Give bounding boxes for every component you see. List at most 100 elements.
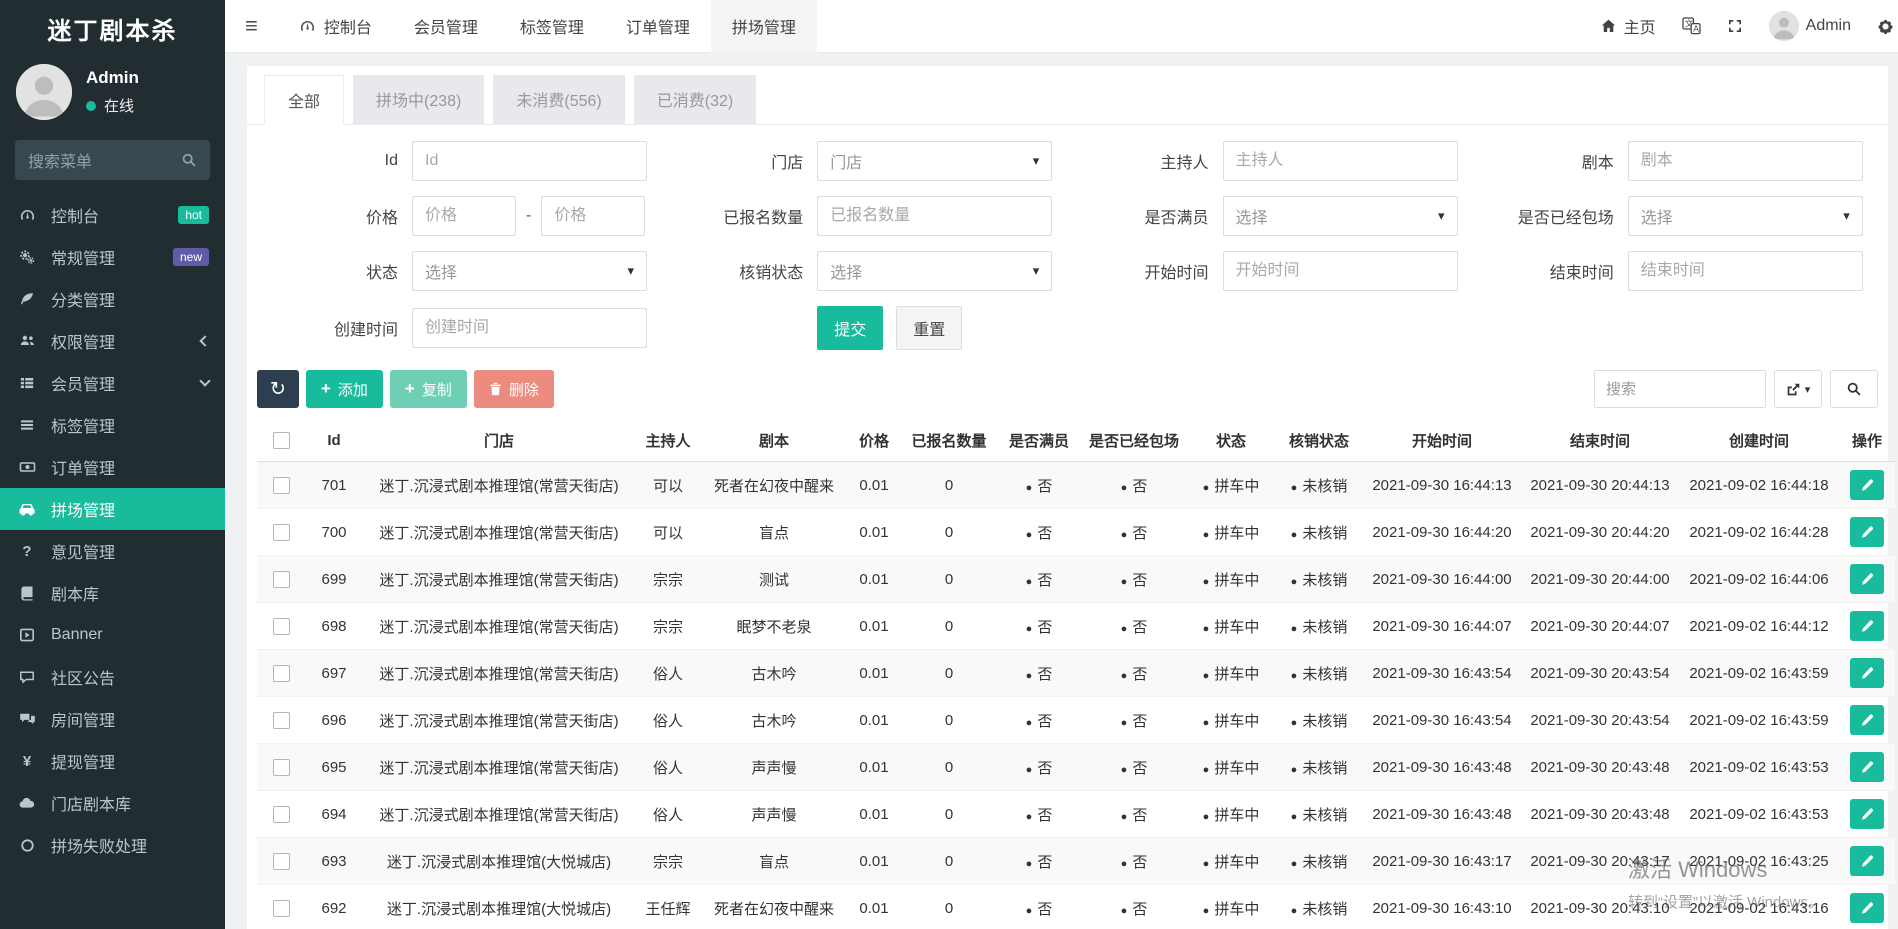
table-row: 700 迷丁.沉浸式剧本推理馆(常营天街店) 可以 盲点 0.01 0 ●否 ●…: [257, 509, 1895, 556]
avatar: [1769, 11, 1799, 41]
filter-input[interactable]: [412, 308, 647, 348]
sidebar-item[interactable]: 标签管理: [0, 404, 225, 446]
edit-button[interactable]: [1850, 611, 1884, 641]
sidebar-item[interactable]: 订单管理: [0, 446, 225, 488]
edit-button[interactable]: [1850, 517, 1884, 547]
row-checkbox[interactable]: [273, 477, 290, 494]
row-checkbox[interactable]: [273, 618, 290, 635]
row-checkbox[interactable]: [273, 900, 290, 917]
cell-chartered: ●否: [1081, 838, 1187, 885]
user-menu[interactable]: Admin: [1756, 0, 1864, 53]
edit-button[interactable]: [1850, 799, 1884, 829]
filter-field: 是否满员 选择 ▾: [1068, 196, 1473, 236]
sidebar-item[interactable]: 拼场失败处理: [0, 824, 225, 866]
sidebar-item[interactable]: 会员管理: [0, 362, 225, 404]
cell-host: 可以: [635, 509, 701, 556]
status-dot-icon: ●: [1121, 764, 1128, 776]
edit-button[interactable]: [1850, 705, 1884, 735]
cell-verify: ●未核销: [1275, 744, 1363, 791]
edit-button[interactable]: [1850, 752, 1884, 782]
row-checkbox[interactable]: [273, 712, 290, 729]
row-checkbox[interactable]: [273, 571, 290, 588]
cell-status: ●拼车中: [1187, 603, 1275, 650]
filter-input[interactable]: [817, 196, 1052, 236]
cell-start-time: 2021-09-30 16:43:54: [1363, 697, 1521, 744]
sidebar-item[interactable]: 控制台 hot: [0, 194, 225, 236]
row-checkbox[interactable]: [273, 853, 290, 870]
cell-host: 宗宗: [635, 603, 701, 650]
topnav-item[interactable]: 控制台: [278, 0, 393, 53]
cell-status: ●拼车中: [1187, 462, 1275, 509]
sidebar-search-input[interactable]: 搜索菜单: [15, 140, 210, 180]
edit-button[interactable]: [1850, 564, 1884, 594]
filter-label: 结束时间: [1473, 259, 1628, 283]
sidebar-item[interactable]: 社区公告: [0, 656, 225, 698]
filter-select[interactable]: 选择 ▾: [1628, 196, 1863, 236]
caret-down-icon: ▾: [1805, 383, 1811, 396]
filter-input[interactable]: [412, 141, 647, 181]
caret-down-icon: ▾: [627, 263, 634, 279]
sidebar-item[interactable]: 拼场管理: [0, 488, 225, 530]
topnav-item[interactable]: 会员管理: [393, 0, 499, 53]
edit-button[interactable]: [1850, 893, 1884, 923]
range-max-input[interactable]: [541, 196, 645, 236]
filter-input[interactable]: [1628, 251, 1863, 291]
row-checkbox[interactable]: [273, 759, 290, 776]
add-button[interactable]: + 添加: [306, 370, 383, 408]
select-value: 门店: [830, 149, 862, 173]
tab[interactable]: 已消费(32): [634, 75, 756, 124]
sidebar-item[interactable]: 门店剧本库: [0, 782, 225, 824]
topnav-item[interactable]: 拼场管理: [711, 0, 817, 53]
cell-start-time: 2021-09-30 16:44:13: [1363, 462, 1521, 509]
topnav-item[interactable]: 标签管理: [499, 0, 605, 53]
row-checkbox[interactable]: [273, 524, 290, 541]
filter-input[interactable]: [1223, 251, 1458, 291]
row-checkbox[interactable]: [273, 806, 290, 823]
sidebar-item[interactable]: 分类管理: [0, 278, 225, 320]
settings-button[interactable]: [1864, 0, 1898, 53]
filter-select[interactable]: 选择 ▾: [412, 251, 647, 291]
filter-input[interactable]: [1223, 141, 1458, 181]
tab[interactable]: 未消费(556): [493, 75, 624, 124]
gauge-icon: [16, 207, 38, 224]
tab[interactable]: 拼场中(238): [353, 75, 484, 124]
fullscreen-button[interactable]: [1714, 0, 1756, 53]
topnav-item-label: 会员管理: [414, 14, 478, 38]
cell-start-time: 2021-09-30 16:43:48: [1363, 744, 1521, 791]
topnav-item[interactable]: 订单管理: [605, 0, 711, 53]
sidebar-item[interactable]: ? 意见管理: [0, 530, 225, 572]
edit-button[interactable]: [1850, 846, 1884, 876]
edit-button[interactable]: [1850, 658, 1884, 688]
filter-label: Id: [257, 152, 412, 170]
sidebar-item[interactable]: 常规管理 new: [0, 236, 225, 278]
cell-chartered: ●否: [1081, 650, 1187, 697]
sidebar-item[interactable]: 剧本库: [0, 572, 225, 614]
home-button[interactable]: 主页: [1587, 0, 1669, 53]
filter-select[interactable]: 选择 ▾: [1223, 196, 1458, 236]
language-button[interactable]: 文A: [1669, 0, 1714, 53]
sidebar-toggle-button[interactable]: ≡: [225, 0, 278, 53]
filter-input[interactable]: [1628, 141, 1863, 181]
filter-label: 剧本: [1473, 149, 1628, 173]
column-search-button[interactable]: [1830, 370, 1878, 408]
delete-button[interactable]: 删除: [474, 370, 554, 408]
filter-select[interactable]: 选择 ▾: [817, 251, 1052, 291]
sidebar-item[interactable]: Banner: [0, 614, 225, 656]
range-min-input[interactable]: [412, 196, 516, 236]
sidebar-item[interactable]: ¥ 提现管理: [0, 740, 225, 782]
sidebar-item[interactable]: 房间管理: [0, 698, 225, 740]
edit-button[interactable]: [1850, 470, 1884, 500]
copy-button[interactable]: + 复制: [390, 370, 467, 408]
export-button[interactable]: ▾: [1774, 370, 1822, 408]
cell-start-time: 2021-09-30 16:43:17: [1363, 838, 1521, 885]
table-search-input[interactable]: [1594, 370, 1766, 408]
tab[interactable]: 全部: [264, 75, 344, 125]
reset-button[interactable]: 重置: [896, 306, 962, 350]
row-checkbox[interactable]: [273, 665, 290, 682]
sidebar-item[interactable]: 权限管理: [0, 320, 225, 362]
select-all-checkbox[interactable]: [273, 432, 290, 449]
submit-button[interactable]: 提交: [817, 306, 883, 350]
status-dot-icon: ●: [1121, 905, 1128, 917]
filter-select[interactable]: 门店 ▾: [817, 141, 1052, 181]
refresh-button[interactable]: ↻: [257, 370, 299, 408]
